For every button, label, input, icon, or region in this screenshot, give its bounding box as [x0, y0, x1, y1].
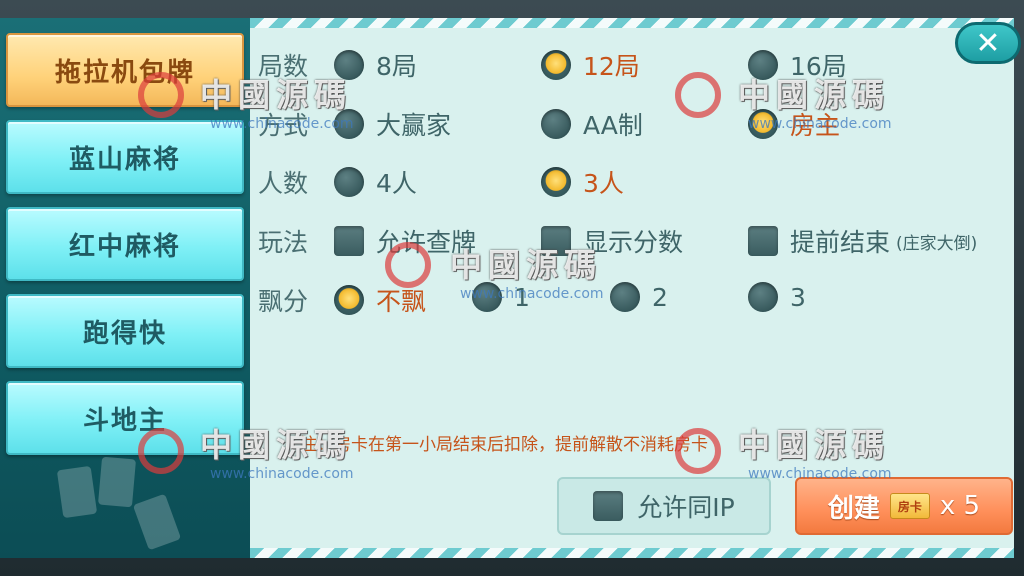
tab-tractor[interactable]: 拖拉机包牌 — [6, 33, 244, 107]
create-cost: x 5 — [939, 491, 981, 521]
float-option-1[interactable]: 1 — [472, 282, 530, 312]
players-label: 人数 — [258, 169, 309, 198]
watermark-logo-icon — [138, 72, 184, 118]
rules-option-show-score[interactable]: 显示分数 — [541, 223, 683, 259]
option-label: 房主 — [790, 111, 841, 140]
room-card-icon: 房卡 — [889, 493, 930, 519]
float-option-3[interactable]: 3 — [748, 282, 806, 312]
radio-icon — [334, 50, 364, 80]
option-label: 4人 — [376, 169, 417, 198]
allow-same-ip-toggle[interactable]: 允许同IP — [557, 477, 771, 535]
option-label: 大赢家 — [376, 111, 452, 140]
decorative-stripe-bottom — [250, 548, 1014, 558]
rounds-option-12[interactable]: 12局 — [541, 47, 640, 83]
mode-option-big-winner[interactable]: 大赢家 — [334, 106, 451, 142]
radio-icon — [748, 50, 778, 80]
option-label: 显示分数 — [583, 228, 684, 257]
create-room-button[interactable]: 创建 房卡 x 5 — [795, 477, 1013, 535]
watermark-logo-icon — [675, 72, 721, 118]
option-label: 12局 — [583, 52, 640, 81]
mode-option-host[interactable]: 房主 — [748, 106, 840, 142]
room-card-notice: 注：房卡在第一小局结束后扣除，提前解散不消耗房卡 — [300, 435, 708, 455]
option-label: 3 — [790, 282, 806, 312]
radio-icon — [334, 109, 364, 139]
mode-option-aa[interactable]: AA制 — [541, 106, 643, 142]
radio-selected-icon — [541, 167, 571, 197]
players-option-4[interactable]: 4人 — [334, 164, 417, 200]
option-label: 2 — [652, 282, 668, 312]
create-label: 创建 — [827, 493, 880, 524]
option-note: (庄家大倒) — [896, 233, 978, 254]
option-label: 1 — [514, 282, 530, 312]
watermark-logo-icon — [675, 428, 721, 474]
watermark-logo-icon — [138, 428, 184, 474]
radio-selected-icon — [334, 285, 364, 315]
option-label: AA制 — [583, 111, 643, 140]
radio-icon — [748, 282, 778, 312]
checkbox-icon — [334, 226, 364, 256]
close-button[interactable]: ✕ — [955, 22, 1021, 64]
option-label: 3人 — [583, 169, 624, 198]
radio-icon — [334, 167, 364, 197]
checkbox-icon — [593, 491, 624, 521]
tab-lanshan-mahjong[interactable]: 蓝山麻将 — [6, 120, 244, 194]
radio-icon — [610, 282, 640, 312]
radio-selected-icon — [541, 50, 571, 80]
rules-label: 玩法 — [258, 228, 309, 257]
players-option-3[interactable]: 3人 — [541, 164, 624, 200]
rounds-option-16[interactable]: 16局 — [748, 47, 847, 83]
checkbox-icon — [748, 226, 778, 256]
option-label: 不飘 — [376, 287, 427, 316]
float-option-2[interactable]: 2 — [610, 282, 668, 312]
rounds-option-8[interactable]: 8局 — [334, 47, 417, 83]
close-icon: ✕ — [975, 25, 1001, 61]
rules-option-early-end[interactable]: 提前结束 (庄家大倒) — [748, 223, 977, 259]
radio-icon — [541, 109, 571, 139]
tab-paodekuai[interactable]: 跑得快 — [6, 294, 244, 368]
decorative-stripe-top — [250, 18, 1014, 28]
checkbox-icon — [541, 226, 571, 256]
radio-icon — [472, 282, 502, 312]
option-label: 8局 — [376, 52, 417, 81]
option-label: 16局 — [790, 52, 847, 81]
mode-label: 方式 — [258, 111, 309, 140]
float-score-label: 飘分 — [258, 287, 309, 316]
option-label: 提前结束 — [790, 228, 891, 257]
rounds-label: 局数 — [258, 52, 309, 81]
game-type-sidebar: 拖拉机包牌 蓝山麻将 红中麻将 跑得快 斗地主 — [0, 18, 252, 558]
watermark-logo-icon — [385, 242, 431, 288]
tab-hongzhong-mahjong[interactable]: 红中麻将 — [6, 207, 244, 281]
allow-same-ip-label: 允许同IP — [637, 493, 735, 522]
tab-doudizhu[interactable]: 斗地主 — [6, 381, 244, 455]
radio-selected-icon — [748, 109, 778, 139]
